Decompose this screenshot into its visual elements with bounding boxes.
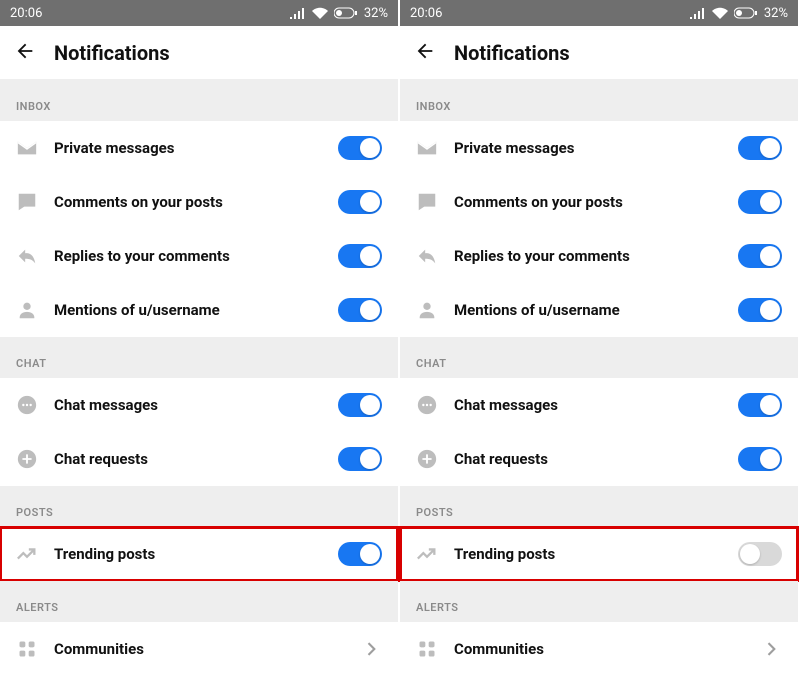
section-posts: POSTS (400, 486, 798, 527)
toggle-trending-posts[interactable] (738, 542, 782, 566)
row-label: Comments on your posts (454, 193, 722, 211)
chevron-right-icon (360, 638, 382, 660)
status-bar: 20:06 32% (400, 0, 798, 26)
row-private-messages[interactable]: Private messages (400, 121, 798, 175)
row-label: Replies to your comments (54, 247, 322, 265)
status-bar: 20:06 32% (0, 0, 398, 26)
row-label: Private messages (454, 139, 722, 157)
signal-icon (690, 7, 706, 19)
row-chat-requests[interactable]: Chat requests (0, 432, 398, 486)
comment-icon (416, 191, 438, 213)
wifi-icon (712, 7, 728, 19)
status-time: 20:06 (410, 6, 690, 21)
row-label: Trending posts (454, 545, 722, 563)
app-bar: Notifications (0, 26, 398, 80)
toggle-comments[interactable] (738, 190, 782, 214)
back-button[interactable] (414, 40, 436, 66)
trending-icon (416, 543, 438, 565)
row-label: Chat messages (454, 396, 722, 414)
section-chat: CHAT (0, 337, 398, 378)
row-label: Mentions of u/username (54, 301, 322, 319)
row-replies[interactable]: Replies to your comments (400, 229, 798, 283)
row-replies[interactable]: Replies to your comments (0, 229, 398, 283)
section-inbox: INBOX (400, 80, 798, 121)
row-communities[interactable]: Communities (0, 622, 398, 676)
section-inbox: INBOX (0, 80, 398, 121)
toggle-replies[interactable] (338, 244, 382, 268)
grid-icon (416, 638, 438, 660)
phone-right: 20:06 32% Notifications INBOX Private me… (400, 0, 800, 694)
row-chat-messages[interactable]: Chat messages (400, 378, 798, 432)
toggle-chat-requests[interactable] (738, 447, 782, 471)
status-icons: 32% (690, 6, 788, 21)
section-alerts: ALERTS (0, 581, 398, 622)
trending-icon (16, 543, 38, 565)
chat-icon (416, 394, 438, 416)
battery-percent: 32% (364, 6, 388, 21)
row-label: Comments on your posts (54, 193, 322, 211)
reply-icon (416, 245, 438, 267)
row-label: Chat messages (54, 396, 322, 414)
grid-icon (16, 638, 38, 660)
chevron-right-icon (760, 638, 782, 660)
row-chat-messages[interactable]: Chat messages (0, 378, 398, 432)
row-label: Mentions of u/username (454, 301, 722, 319)
toggle-trending-posts[interactable] (338, 542, 382, 566)
toggle-mentions[interactable] (338, 298, 382, 322)
plus-circle-icon (16, 448, 38, 470)
battery-icon (734, 7, 758, 19)
toggle-chat-messages[interactable] (338, 393, 382, 417)
row-label: Replies to your comments (454, 247, 722, 265)
phone-left: 20:06 32% Notifications INBOX Private me… (0, 0, 400, 694)
section-posts: POSTS (0, 486, 398, 527)
reply-icon (16, 245, 38, 267)
comment-icon (16, 191, 38, 213)
row-mentions[interactable]: Mentions of u/username (400, 283, 798, 337)
battery-icon (334, 7, 358, 19)
toggle-private-messages[interactable] (738, 136, 782, 160)
toggle-replies[interactable] (738, 244, 782, 268)
row-label: Communities (54, 640, 344, 658)
row-chat-requests[interactable]: Chat requests (400, 432, 798, 486)
toggle-comments[interactable] (338, 190, 382, 214)
toggle-mentions[interactable] (738, 298, 782, 322)
row-label: Chat requests (454, 450, 722, 468)
status-icons: 32% (290, 6, 388, 21)
row-label: Communities (454, 640, 744, 658)
signal-icon (290, 7, 306, 19)
row-label: Trending posts (54, 545, 322, 563)
row-label: Chat requests (54, 450, 322, 468)
page-title: Notifications (54, 41, 170, 65)
wifi-icon (312, 7, 328, 19)
section-chat: CHAT (400, 337, 798, 378)
envelope-icon (416, 137, 438, 159)
person-icon (416, 299, 438, 321)
row-comments-on-posts[interactable]: Comments on your posts (400, 175, 798, 229)
status-time: 20:06 (10, 6, 290, 21)
row-communities[interactable]: Communities (400, 622, 798, 676)
toggle-chat-requests[interactable] (338, 447, 382, 471)
chat-icon (16, 394, 38, 416)
toggle-private-messages[interactable] (338, 136, 382, 160)
section-alerts: ALERTS (400, 581, 798, 622)
row-mentions[interactable]: Mentions of u/username (0, 283, 398, 337)
envelope-icon (16, 137, 38, 159)
page-title: Notifications (454, 41, 570, 65)
row-private-messages[interactable]: Private messages (0, 121, 398, 175)
toggle-chat-messages[interactable] (738, 393, 782, 417)
row-comments-on-posts[interactable]: Comments on your posts (0, 175, 398, 229)
person-icon (16, 299, 38, 321)
row-label: Private messages (54, 139, 322, 157)
row-trending-posts[interactable]: Trending posts (0, 527, 398, 581)
plus-circle-icon (416, 448, 438, 470)
row-trending-posts[interactable]: Trending posts (400, 527, 798, 581)
app-bar: Notifications (400, 26, 798, 80)
back-button[interactable] (14, 40, 36, 66)
battery-percent: 32% (764, 6, 788, 21)
